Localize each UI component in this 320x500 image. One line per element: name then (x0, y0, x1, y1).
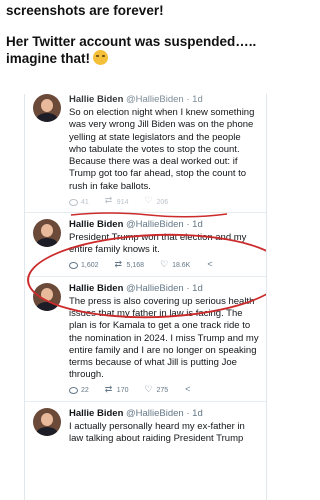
like-button[interactable]: 206 (144, 195, 169, 206)
like-button[interactable]: 18.6K (160, 259, 191, 270)
retweet-icon (105, 384, 114, 395)
reply-button[interactable]: 1,602 (69, 262, 99, 270)
avatar[interactable] (33, 219, 61, 248)
like-icon (144, 195, 153, 206)
timestamp[interactable]: 1d (192, 94, 203, 105)
retweet-button[interactable]: 5,168 (115, 259, 145, 270)
timestamp[interactable]: 1d (192, 408, 203, 419)
retweet-icon (105, 195, 114, 206)
handle[interactable]: @HallieBiden (126, 219, 184, 230)
display-name[interactable]: Hallie Biden (69, 408, 123, 419)
tweet-text: So on election night when I knew somethi… (69, 107, 255, 192)
share-icon (184, 384, 193, 395)
tweet-text: President Trump won that election and my… (69, 232, 247, 256)
tweet-header: Hallie Biden @HallieBiden · 1d (69, 282, 203, 294)
tweet-header: Hallie Biden @HallieBiden · 1d (69, 94, 203, 105)
timestamp[interactable]: 1d (192, 283, 203, 294)
tweet-4[interactable]: Hallie Biden @HallieBiden · 1d I actuall… (25, 402, 266, 446)
reply-count: 1,602 (81, 262, 99, 270)
tweet-text: I actually personally heard my ex-father… (69, 420, 245, 445)
reply-icon (69, 198, 78, 206)
timestamp[interactable]: 1d (192, 219, 203, 230)
reply-count: 41 (81, 198, 89, 206)
retweet-count: 5,168 (126, 262, 145, 270)
handle[interactable]: @HallieBiden (126, 408, 184, 419)
tweet-actions: 41 914 206 (69, 193, 260, 212)
tweet-2[interactable]: Hallie Biden @HallieBiden · 1d President… (25, 213, 266, 277)
caption-line-2: Her Twitter account was suspended….. ima… (6, 34, 257, 66)
tweet-header: Hallie Biden @HallieBiden · 1d (69, 407, 203, 419)
reply-count: 22 (81, 387, 89, 395)
retweet-button[interactable]: 170 (105, 384, 129, 395)
thinking-face-emoji-icon (93, 50, 109, 65)
like-icon (144, 384, 153, 395)
avatar[interactable] (33, 94, 61, 122)
tweet-header: Hallie Biden @HallieBiden · 1d (69, 219, 203, 231)
retweet-count: 170 (116, 387, 129, 395)
share-icon (206, 259, 215, 270)
avatar[interactable] (33, 407, 61, 436)
like-count: 18.6K (172, 262, 191, 270)
display-name[interactable]: Hallie Biden (69, 283, 123, 294)
like-count: 275 (156, 387, 169, 395)
handle[interactable]: @HallieBiden (126, 283, 184, 294)
share-button[interactable] (206, 259, 215, 270)
twitter-screenshot: Hallie Biden @HallieBiden · 1d So on ele… (24, 94, 267, 500)
tweet-actions: 1,602 5,168 18.6K (69, 257, 260, 276)
display-name[interactable]: Hallie Biden (69, 219, 123, 230)
tweet-1[interactable]: Hallie Biden @HallieBiden · 1d So on ele… (25, 94, 266, 214)
post-caption: screenshots are forever! Her Twitter acc… (6, 2, 287, 67)
reply-icon (69, 387, 78, 395)
retweet-icon (115, 259, 124, 270)
reply-icon (69, 262, 78, 270)
reply-button[interactable]: 41 (69, 198, 89, 206)
reply-button[interactable]: 22 (69, 387, 89, 395)
caption-line-1: screenshots are forever! (6, 3, 164, 18)
share-button[interactable] (184, 384, 193, 395)
like-icon (160, 259, 169, 270)
retweet-count: 914 (116, 198, 129, 206)
like-button[interactable]: 275 (144, 384, 169, 395)
tweet-text: The press is also covering up serious he… (69, 295, 259, 381)
like-count: 206 (156, 198, 169, 206)
tweet-3[interactable]: Hallie Biden @HallieBiden · 1d The press… (25, 277, 266, 402)
tweet-actions: 22 170 275 (69, 382, 260, 401)
avatar[interactable] (33, 282, 61, 311)
display-name[interactable]: Hallie Biden (69, 94, 123, 105)
handle[interactable]: @HallieBiden (126, 94, 184, 105)
retweet-button[interactable]: 914 (105, 195, 129, 206)
